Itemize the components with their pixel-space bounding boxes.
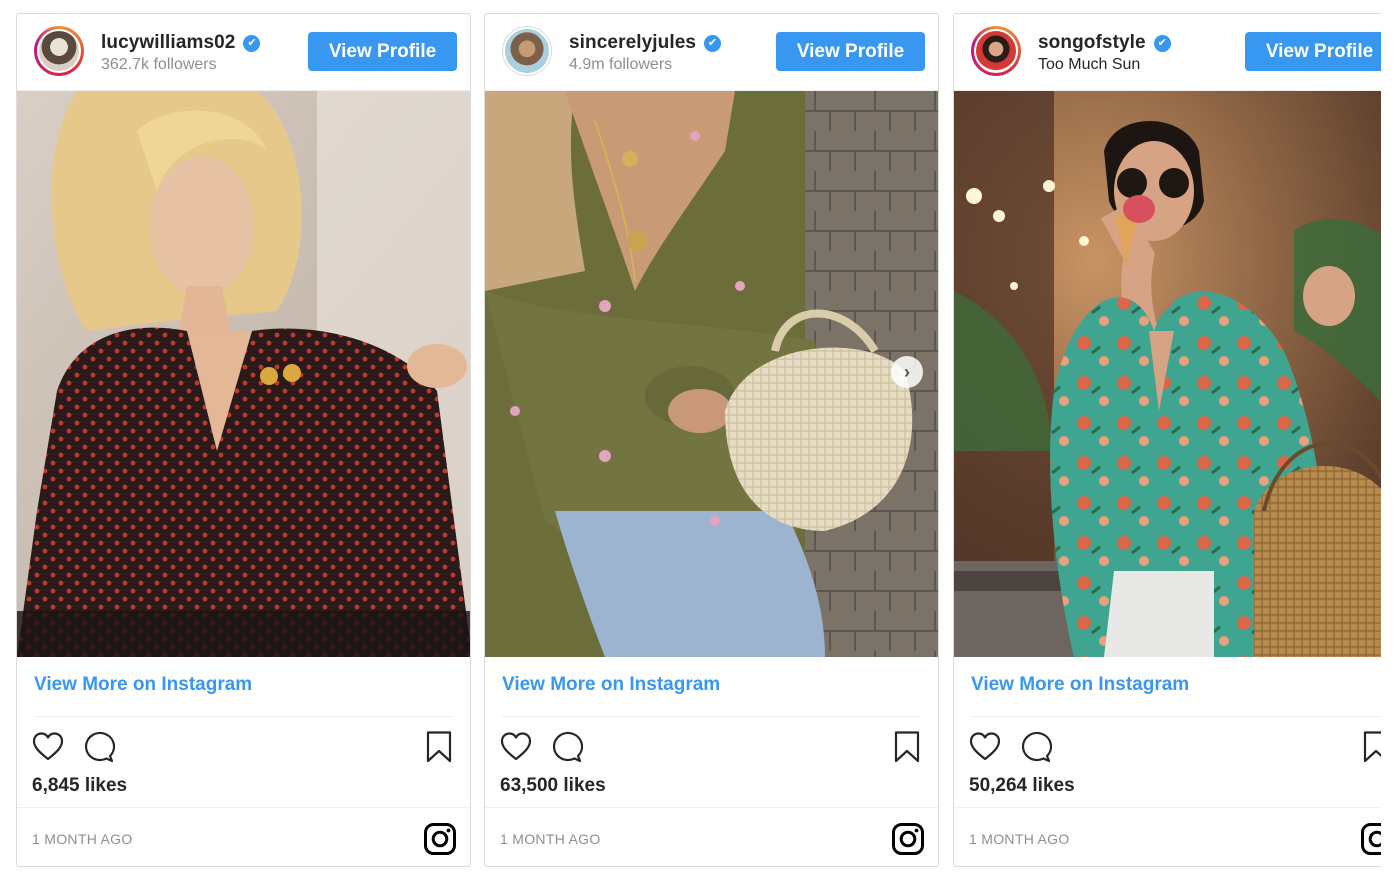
post-photo[interactable] xyxy=(17,91,470,657)
post-photo[interactable]: › xyxy=(485,91,938,657)
view-profile-button[interactable]: View Profile xyxy=(308,32,457,71)
card-header: songofstyle ✔ Too Much Sun View Profile xyxy=(954,14,1381,91)
divider xyxy=(971,716,1381,717)
post-timestamp: 1 MONTH AGO xyxy=(32,831,133,847)
avatar[interactable] xyxy=(971,26,1021,76)
like-count: 50,264 likes xyxy=(969,775,1075,796)
divider xyxy=(34,716,453,717)
bookmark-icon[interactable] xyxy=(422,730,456,764)
like-count: 6,845 likes xyxy=(32,775,128,796)
post-timestamp: 1 MONTH AGO xyxy=(500,831,601,847)
view-more-on-instagram-link[interactable]: View More on Instagram xyxy=(502,674,720,696)
instagram-embed-card: songofstyle ✔ Too Much Sun View Profile xyxy=(953,13,1381,867)
avatar[interactable] xyxy=(502,26,552,76)
heart-icon[interactable] xyxy=(31,730,65,764)
follower-count: 362.7k followers xyxy=(101,56,217,73)
card-footer: 1 MONTH AGO xyxy=(17,807,470,866)
view-profile-button[interactable]: View Profile xyxy=(1245,32,1381,71)
view-more-on-instagram-link[interactable]: View More on Instagram xyxy=(34,674,252,696)
avatar[interactable] xyxy=(34,26,84,76)
heart-icon[interactable] xyxy=(968,730,1002,764)
embed-row: lucywilliams02 ✔ 362.7k followers View Pr… xyxy=(0,0,1381,881)
view-more-on-instagram-link[interactable]: View More on Instagram xyxy=(971,674,1189,696)
carousel-next-button[interactable]: › xyxy=(891,356,923,388)
heart-icon[interactable] xyxy=(499,730,533,764)
view-profile-button[interactable]: View Profile xyxy=(776,32,925,71)
username[interactable]: lucywilliams02 ✔ xyxy=(101,32,261,54)
bookmark-icon[interactable] xyxy=(890,730,924,764)
verified-badge-icon: ✔ xyxy=(1153,35,1171,52)
speech-bubble-icon[interactable] xyxy=(549,730,584,764)
post-timestamp: 1 MONTH AGO xyxy=(969,831,1070,847)
card-footer: 1 MONTH AGO xyxy=(485,807,938,866)
divider xyxy=(502,716,921,717)
location-label[interactable]: Too Much Sun xyxy=(1038,56,1140,74)
instagram-embed-card: sincerelyjules ✔ 4.9m followers View Prof… xyxy=(484,13,939,867)
username-text[interactable]: lucywilliams02 xyxy=(101,32,235,53)
bookmark-icon[interactable] xyxy=(1359,730,1381,764)
instagram-icon[interactable] xyxy=(891,822,925,856)
post-image xyxy=(954,91,1381,657)
username-text[interactable]: sincerelyjules xyxy=(569,32,696,53)
card-footer: 1 MONTH AGO xyxy=(954,807,1381,866)
username[interactable]: sincerelyjules ✔ xyxy=(569,32,722,54)
card-header: sincerelyjules ✔ 4.9m followers View Prof… xyxy=(485,14,938,91)
username[interactable]: songofstyle ✔ xyxy=(1038,32,1171,54)
instagram-embed-card: lucywilliams02 ✔ 362.7k followers View Pr… xyxy=(16,13,471,867)
speech-bubble-icon[interactable] xyxy=(81,730,116,764)
follower-count: 4.9m followers xyxy=(569,56,673,73)
post-image xyxy=(485,91,938,657)
post-image xyxy=(17,91,470,657)
post-photo[interactable] xyxy=(954,91,1381,657)
username-text[interactable]: songofstyle xyxy=(1038,32,1146,53)
instagram-icon[interactable] xyxy=(1360,822,1381,856)
verified-badge-icon: ✔ xyxy=(704,35,722,52)
like-count: 63,500 likes xyxy=(500,775,606,796)
speech-bubble-icon[interactable] xyxy=(1018,730,1053,764)
instagram-icon[interactable] xyxy=(423,822,457,856)
card-header: lucywilliams02 ✔ 362.7k followers View Pr… xyxy=(17,14,470,91)
verified-badge-icon: ✔ xyxy=(243,35,261,52)
